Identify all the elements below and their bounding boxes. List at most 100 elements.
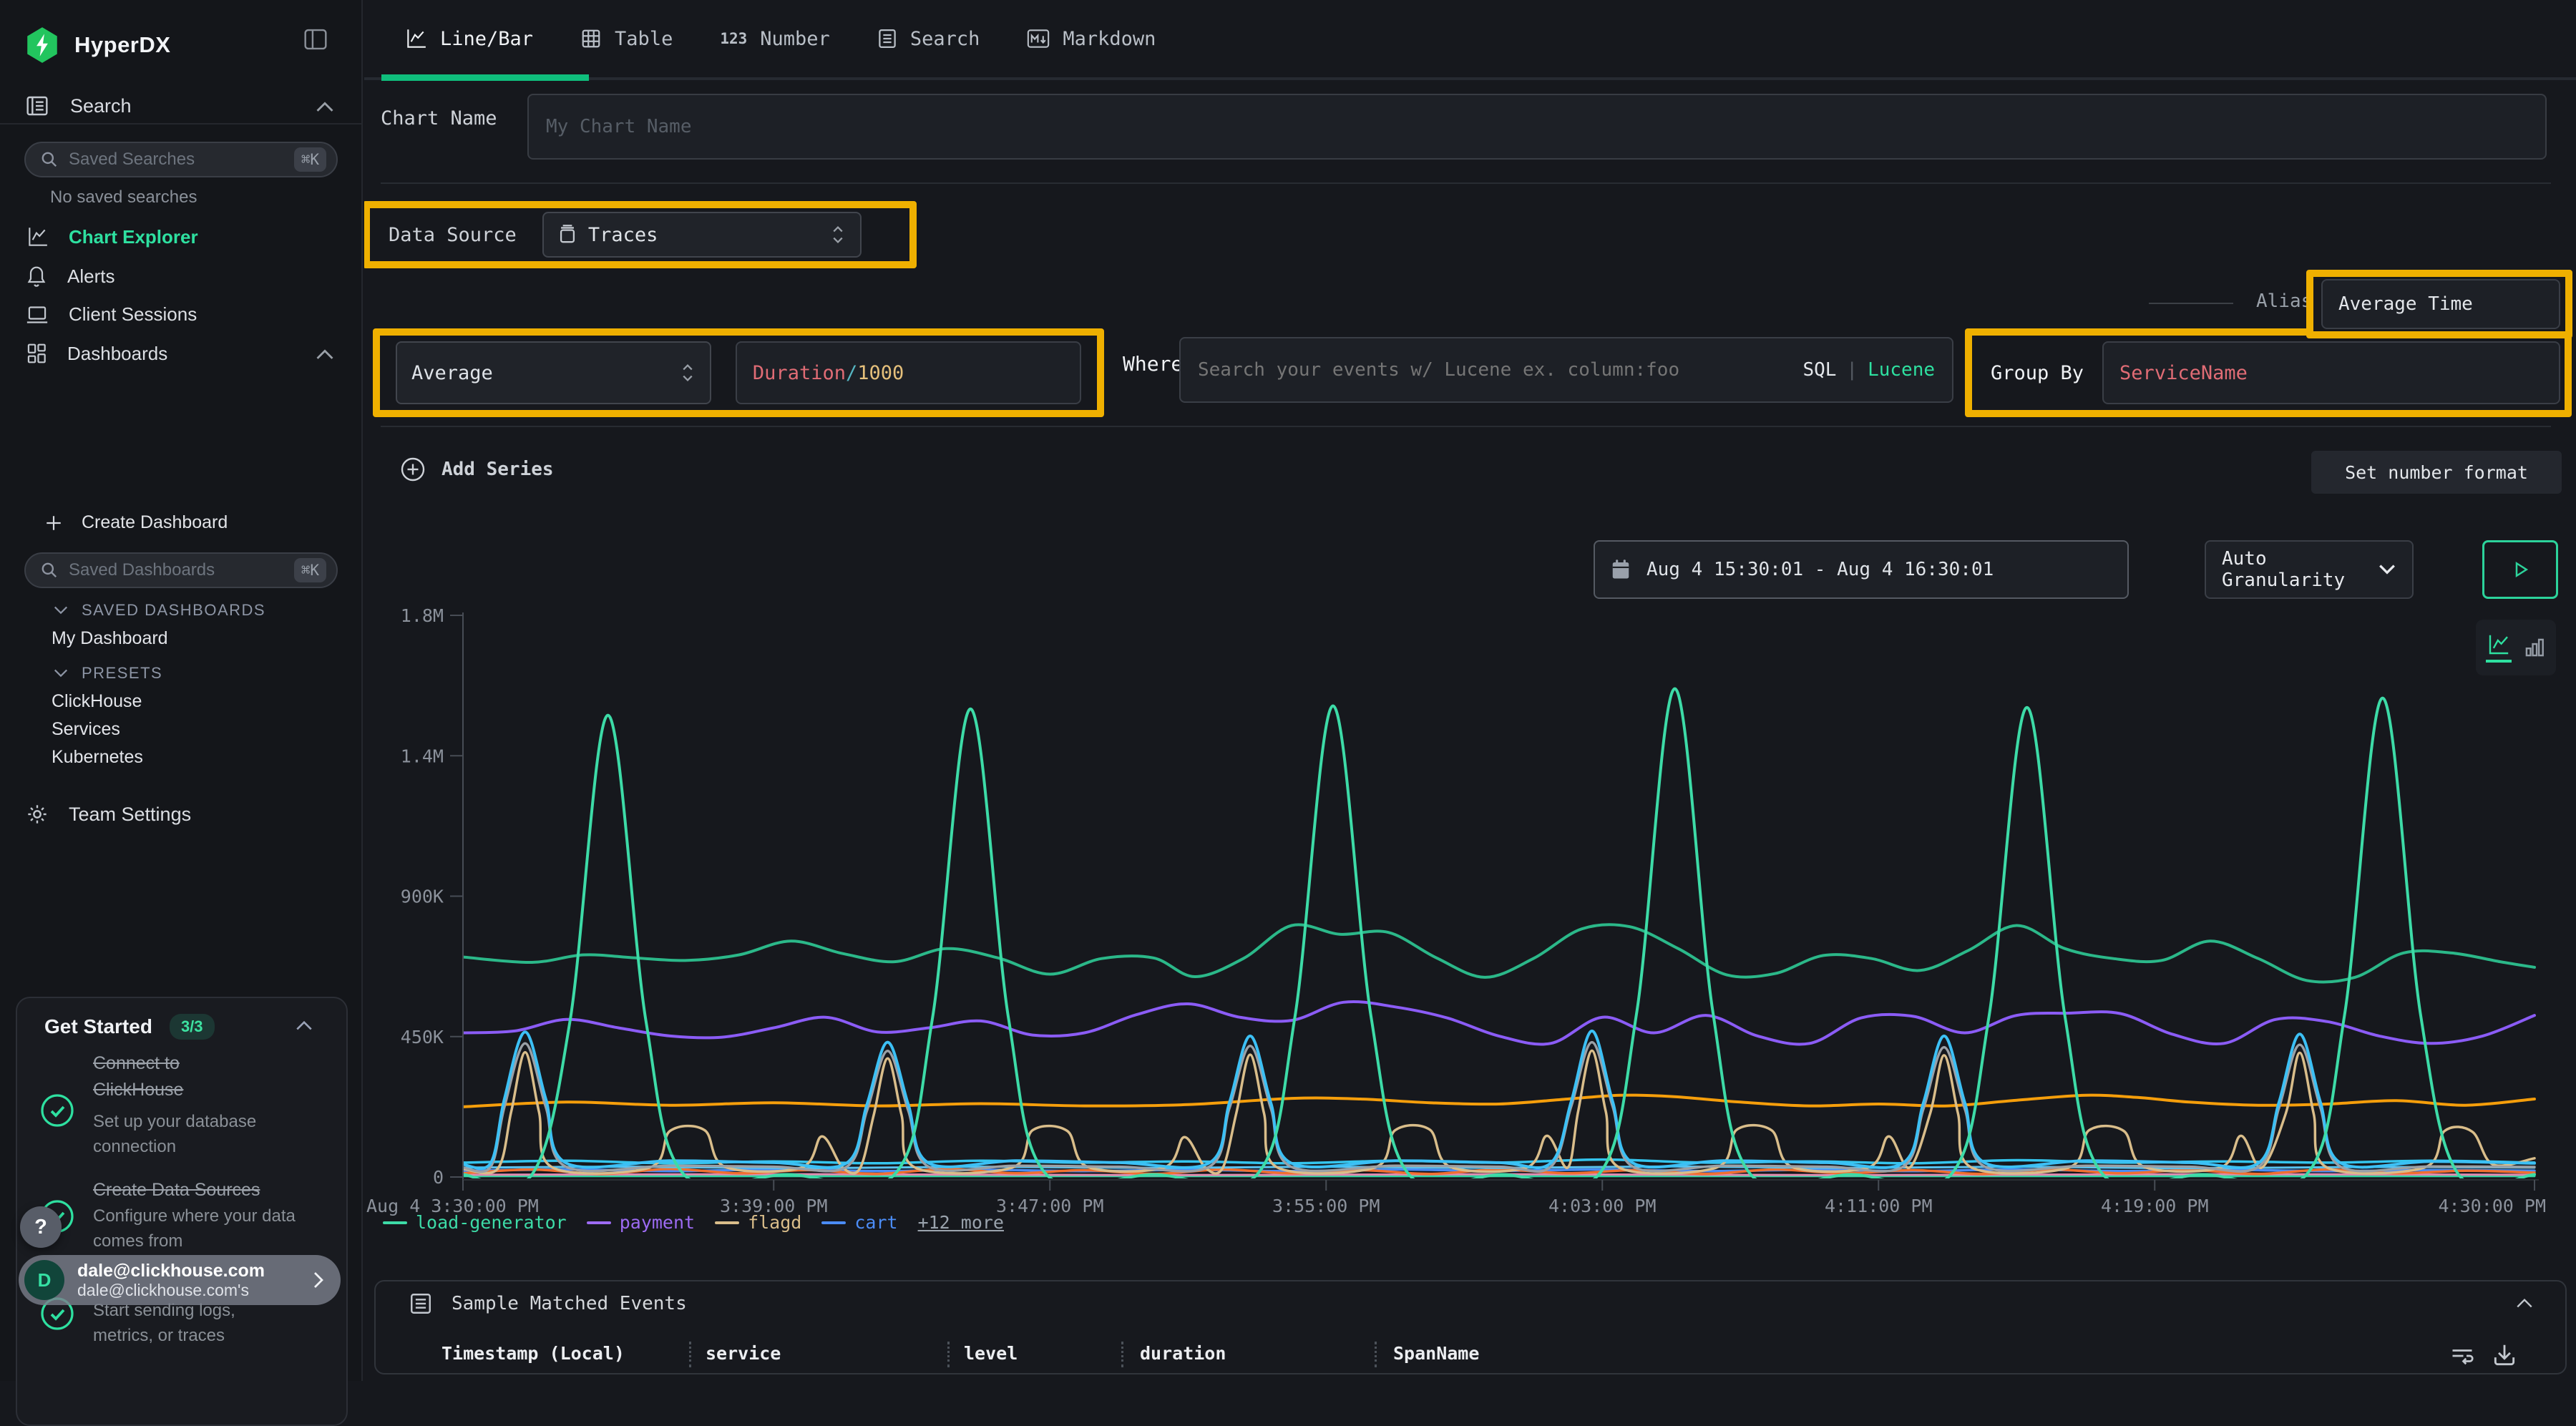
svg-text:3:55:00 PM: 3:55:00 PM [1272, 1196, 1380, 1216]
saved-dashboards-input[interactable] [69, 560, 294, 580]
svg-text:900K: 900K [401, 887, 444, 907]
saved-dashboards-heading[interactable]: SAVED DASHBOARDS [53, 601, 265, 620]
legend-label: +12 more [918, 1212, 1004, 1233]
sidebar-item-services[interactable]: Services [52, 719, 120, 740]
saved-searches-search[interactable]: ⌘K [24, 142, 338, 177]
where-search-box: SQL | Lucene [1179, 337, 1953, 403]
legend-item[interactable]: flagd [715, 1212, 801, 1233]
add-series-button[interactable]: Add Series [400, 456, 554, 482]
expression-input[interactable]: Duration/1000 [736, 341, 1081, 404]
main-content: Line/Bar Table 123 Number Search Markdow… [364, 0, 2576, 1381]
user-account-chip[interactable]: D dale@clickhouse.com dale@clickhouse.co… [19, 1255, 341, 1305]
search-icon [40, 150, 59, 169]
database-icon [558, 225, 577, 245]
tab-line-bar[interactable]: Line/Bar [404, 27, 533, 50]
alias-input[interactable]: Average Time [2321, 279, 2560, 329]
data-source-value: Traces [588, 224, 658, 246]
wrap-text-icon[interactable] [2449, 1343, 2475, 1369]
svg-text:4:11:00 PM: 4:11:00 PM [1825, 1196, 1933, 1216]
column-resize-handle[interactable] [1375, 1342, 1377, 1367]
get-started-step1-subtitle: Set up your database connection [93, 1109, 333, 1159]
where-input[interactable] [1198, 359, 1802, 381]
divider [381, 426, 2551, 427]
column-resize-handle[interactable] [689, 1342, 691, 1367]
timeseries-chart[interactable]: 1.8M1.4M900K450K0Aug 4 3:30:00 PM3:39:00… [364, 587, 2576, 1224]
expression-number-token: 1000 [857, 362, 904, 384]
data-source-select[interactable]: Traces [542, 212, 862, 258]
legend-item[interactable]: +12 more [918, 1212, 1004, 1233]
line-chart-icon [404, 27, 427, 50]
plus-circle-icon [400, 456, 426, 482]
collapse-section-chevron-icon[interactable] [2515, 1297, 2534, 1309]
legend-item[interactable]: cart [821, 1212, 897, 1233]
granularity-value: Auto Granularity [2222, 548, 2378, 591]
legend-item[interactable]: load-generator [383, 1212, 567, 1233]
search-icon [40, 561, 59, 580]
download-icon[interactable] [2491, 1342, 2518, 1369]
dashboards-collapse-chevron-icon[interactable] [315, 348, 335, 361]
hyperdx-logo-icon [24, 26, 60, 64]
help-button[interactable]: ? [20, 1206, 62, 1248]
create-dashboard-button[interactable]: Create Dashboard [44, 512, 228, 533]
lucene-mode-button[interactable]: Lucene [1868, 359, 1935, 381]
column-header-spanname: SpanName [1393, 1343, 1479, 1364]
date-range-value: Aug 4 15:30:01 - Aug 4 16:30:01 [1646, 559, 1994, 580]
legend-label: cart [854, 1212, 897, 1233]
play-icon [2509, 559, 2531, 580]
sidebar-item-client-sessions[interactable]: Client Sessions [26, 303, 197, 326]
gear-icon [26, 803, 49, 826]
alias-connector-line [2149, 303, 2233, 304]
sidebar-item-label: Alerts [67, 265, 114, 288]
group-by-input[interactable]: ServiceName [2102, 341, 2560, 404]
sample-events-title: Sample Matched Events [452, 1293, 687, 1314]
tab-markdown[interactable]: Markdown [1027, 28, 1156, 50]
divider [381, 182, 2551, 184]
sidebar-item-chart-explorer[interactable]: Chart Explorer [26, 225, 198, 248]
column-resize-handle[interactable] [1121, 1342, 1123, 1367]
chevron-up-down-icon [680, 362, 696, 384]
team-settings-label: Team Settings [69, 804, 191, 826]
tab-table[interactable]: Table [580, 28, 673, 50]
chart-name-label: Chart Name [381, 107, 497, 130]
sidebar-item-clickhouse[interactable]: ClickHouse [52, 691, 142, 712]
alias-highlight: Average Time [2306, 270, 2572, 338]
presets-heading[interactable]: PRESETS [53, 664, 162, 683]
sample-events-header[interactable]: Sample Matched Events [409, 1291, 687, 1316]
aggregation-highlight: Average Duration/1000 [373, 328, 1104, 417]
set-number-format-button[interactable]: Set number format [2311, 451, 2562, 494]
search-section-header[interactable]: Search [26, 94, 132, 117]
sidebar-item-team-settings[interactable]: Team Settings [26, 803, 191, 826]
get-started-collapse-chevron-icon[interactable] [295, 1020, 313, 1031]
aggregation-select[interactable]: Average [396, 341, 711, 404]
data-source-label: Data Source [389, 224, 517, 246]
tab-search[interactable]: Search [877, 28, 980, 50]
sidebar-item-my-dashboard[interactable]: My Dashboard [52, 628, 168, 649]
saved-dashboards-search[interactable]: ⌘K [24, 552, 338, 588]
legend-item[interactable]: payment [587, 1212, 695, 1233]
no-saved-searches-text: No saved searches [50, 187, 197, 207]
legend-label: load-generator [416, 1212, 567, 1233]
data-source-highlight: Data Source Traces [364, 201, 917, 268]
tab-number[interactable]: 123 Number [720, 28, 829, 50]
group-by-highlight: Group By ServiceName [1965, 328, 2572, 417]
svg-text:450K: 450K [401, 1027, 444, 1047]
sql-mode-button[interactable]: SQL [1802, 359, 1836, 381]
sidebar-item-alerts[interactable]: Alerts [26, 265, 114, 288]
sidebar-item-dashboards[interactable]: Dashboards [26, 342, 167, 365]
saved-searches-input[interactable] [69, 150, 294, 170]
number-123-icon: 123 [720, 30, 747, 47]
column-resize-handle[interactable] [947, 1342, 950, 1367]
chart-name-input[interactable] [527, 94, 2547, 160]
sidebar-collapse-icon[interactable] [303, 29, 328, 50]
group-by-label: Group By [1991, 362, 2084, 384]
alias-label: Alias [2256, 290, 2312, 312]
sidebar-item-label: Dashboards [67, 343, 167, 365]
divider [0, 123, 361, 124]
svg-text:3:47:00 PM: 3:47:00 PM [996, 1196, 1104, 1216]
sidebar-item-kubernetes[interactable]: Kubernetes [52, 747, 143, 768]
chart-type-tabs: Line/Bar Table 123 Number Search Markdow… [364, 0, 2576, 80]
search-collapse-chevron-icon[interactable] [315, 100, 335, 113]
avatar: D [24, 1260, 64, 1300]
aggregation-value: Average [411, 362, 493, 384]
table-icon [580, 28, 602, 49]
